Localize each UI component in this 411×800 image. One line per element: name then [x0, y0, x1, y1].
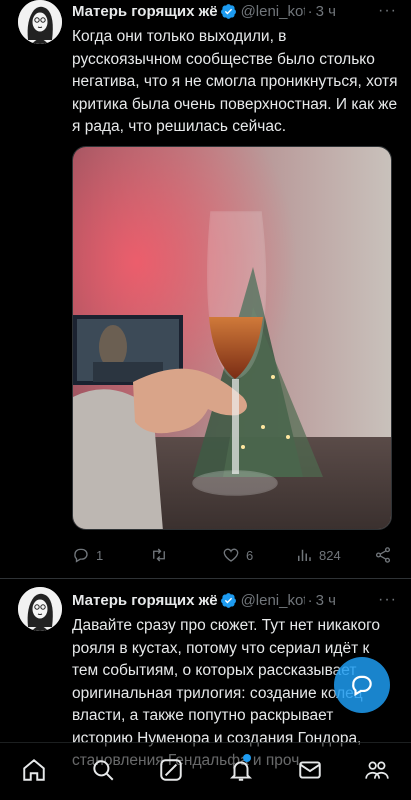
more-options-icon[interactable]: ··· — [378, 2, 401, 20]
compose-icon — [352, 675, 372, 697]
tweet-divider — [0, 578, 411, 579]
nav-messages[interactable] — [297, 757, 325, 785]
tweet-header: Матерь горящих жё @leni_kotil · 3 ч ··· — [72, 589, 401, 611]
views-icon — [298, 549, 311, 561]
like-count: 6 — [246, 547, 254, 563]
communities-icon — [365, 761, 389, 779]
avatar[interactable] — [18, 0, 62, 44]
reply-count: 1 — [96, 547, 104, 563]
timestamp[interactable]: 3 ч — [316, 3, 336, 20]
tweet-header: Матерь горящих жё @leni_kotil · 3 ч ··· — [72, 0, 401, 22]
separator: · — [307, 591, 313, 609]
nav-notifications[interactable] — [228, 754, 256, 785]
author-handle[interactable]: @leni_kotil — [241, 3, 305, 20]
notification-badge — [243, 754, 251, 762]
search-icon — [93, 760, 114, 781]
tweet-text: Когда они только выходили, в русскоязычн… — [72, 28, 398, 135]
verified-badge-icon — [220, 3, 236, 19]
retweet-icon — [153, 548, 165, 562]
retweet-button[interactable] — [150, 546, 174, 564]
nav-search[interactable] — [90, 757, 118, 785]
compose-button[interactable] — [334, 657, 390, 713]
home-icon — [23, 758, 45, 781]
grok-icon — [160, 759, 182, 781]
nav-home[interactable] — [21, 757, 49, 785]
reply-icon — [74, 548, 88, 563]
separator: · — [307, 2, 313, 20]
views-button[interactable]: 824 — [295, 546, 341, 564]
nav-grok[interactable] — [158, 757, 186, 785]
author-name[interactable]: Матерь горящих жё — [72, 3, 218, 20]
avatar-illustration — [18, 587, 62, 631]
tweet-actions: 1 6 824 — [72, 543, 398, 567]
share-button[interactable] — [374, 546, 392, 564]
more-options-icon[interactable]: ··· — [378, 591, 401, 609]
views-count: 824 — [319, 547, 341, 563]
nav-communities[interactable] — [364, 757, 392, 785]
notifications-icon — [229, 761, 253, 781]
wine-glass-photo — [73, 147, 391, 529]
author-handle[interactable]: @leni_kotil — [241, 592, 305, 609]
author-name[interactable]: Матерь горящих жё — [72, 592, 218, 609]
timestamp[interactable]: 3 ч — [316, 592, 336, 609]
avatar[interactable] — [18, 587, 62, 631]
like-button[interactable]: 6 — [222, 546, 253, 564]
reply-button[interactable]: 1 — [72, 546, 103, 564]
tweet-photo[interactable] — [72, 146, 392, 530]
heart-icon — [223, 548, 239, 562]
messages-icon — [299, 761, 321, 779]
bottom-navigation — [0, 742, 411, 800]
avatar-illustration — [18, 0, 62, 44]
verified-badge-icon — [220, 592, 236, 608]
share-icon — [375, 547, 391, 563]
